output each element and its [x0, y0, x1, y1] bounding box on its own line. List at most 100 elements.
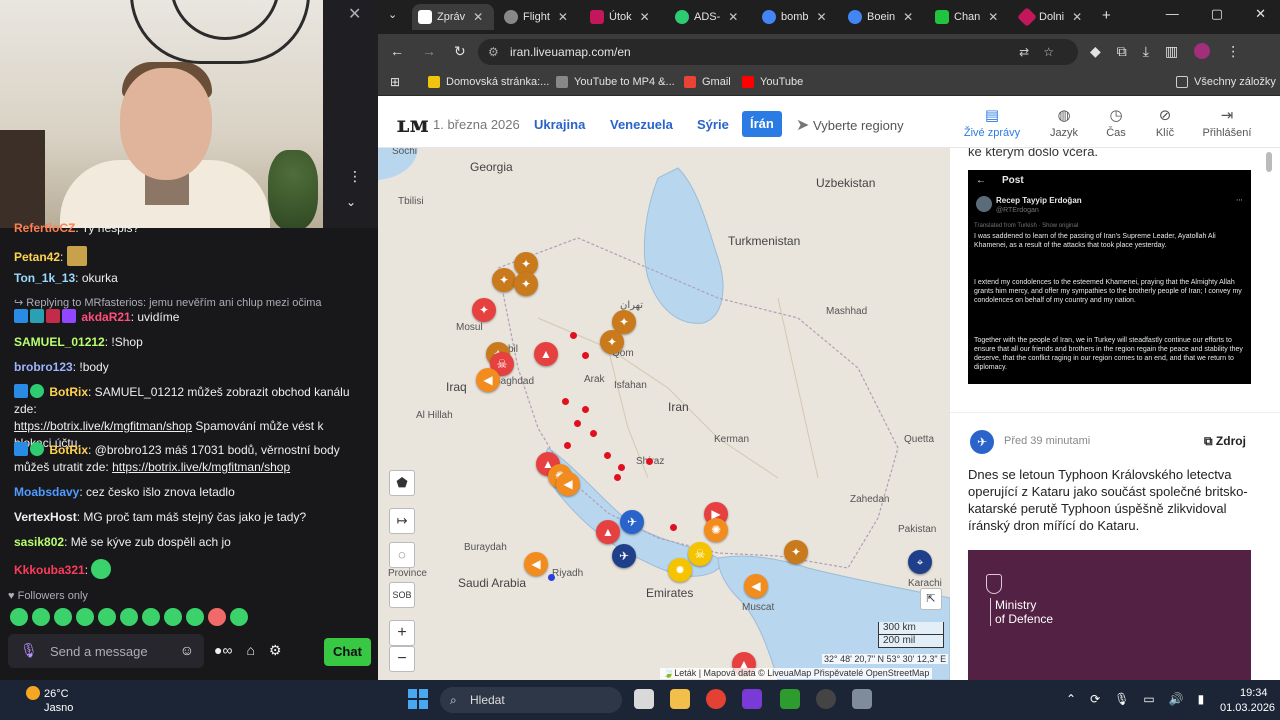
emote-icon[interactable] [76, 608, 94, 626]
new-tab-button[interactable]: + [1102, 7, 1111, 24]
chat-username[interactable]: sasik802 [14, 535, 64, 549]
chat-username[interactable]: RefertloCZ [14, 221, 75, 235]
chat-username[interactable]: brobro123 [14, 360, 73, 374]
network-icon[interactable]: ▭ [1143, 692, 1154, 706]
airstrike-marker[interactable]: ▲ [596, 520, 620, 544]
tab-flight[interactable]: Flight ✕ [504, 4, 568, 30]
airstrike-marker[interactable]: ▲ [534, 342, 558, 366]
death-marker[interactable]: ☠ [688, 542, 712, 566]
announcement-marker[interactable]: ◀ [476, 368, 500, 392]
chat-username[interactable]: Moabsdavy [14, 485, 79, 499]
source-link[interactable]: ⧉ Zdroj [1204, 434, 1246, 449]
event-dot[interactable] [564, 442, 571, 449]
chat-username[interactable]: akdaR21 [81, 310, 130, 324]
chat-username[interactable]: Ton_1k_13 [14, 271, 75, 285]
close-tab-icon[interactable]: ✕ [817, 10, 827, 24]
measure-button[interactable]: ↦ [389, 508, 415, 534]
tab-channel[interactable]: Chan ✕ [935, 4, 998, 30]
bookmark-item[interactable]: Gmail [684, 76, 731, 88]
back-icon[interactable]: ← [390, 43, 404, 60]
more-options-icon[interactable]: ⋮ [1226, 43, 1240, 60]
settings-icon[interactable] [852, 689, 872, 709]
missile-marker[interactable]: ✦ [514, 272, 538, 296]
aircraft-marker[interactable]: ✈ [620, 510, 644, 534]
event-dot[interactable] [574, 420, 581, 427]
tab-language[interactable]: ◍ Jazyk [1034, 106, 1094, 139]
microphone-icon[interactable]: 🎙 [20, 642, 38, 659]
gear-icon[interactable]: ⚙ [269, 642, 282, 659]
tab-liveuamap[interactable]: Zpráv ✕ [412, 4, 494, 30]
expand-map-button[interactable]: ⇱ [920, 588, 942, 610]
close-tab-icon[interactable]: ✕ [473, 10, 483, 24]
task-view-icon[interactable] [634, 689, 654, 709]
region-link-syria[interactable]: Sýrie [697, 117, 729, 132]
maximize-button[interactable]: ▢ [1211, 6, 1223, 22]
chat-username[interactable]: BotRix [49, 385, 88, 399]
weather-icon[interactable] [26, 686, 40, 700]
close-tab-icon[interactable]: ✕ [728, 10, 738, 24]
shop-link[interactable]: https://botrix.live/k/mgfitman/shop [112, 460, 290, 474]
aircraft-marker[interactable]: ✈ [612, 544, 636, 568]
volume-icon[interactable]: 🔊 [1169, 692, 1184, 706]
announcement-marker[interactable]: ◀ [556, 472, 580, 496]
emote-icon[interactable] [32, 608, 50, 626]
emote-icon[interactable] [230, 608, 248, 626]
missile-marker[interactable]: ✦ [600, 330, 624, 354]
missile-marker[interactable]: ✦ [472, 298, 496, 322]
xbox-icon[interactable] [780, 689, 800, 709]
chat-username[interactable]: VertexHost [14, 510, 77, 524]
announcement-marker[interactable]: ◀ [744, 574, 768, 598]
close-tab-icon[interactable]: ✕ [903, 10, 913, 24]
tab-ads[interactable]: ADS- ✕ [675, 4, 738, 30]
close-tab-icon[interactable]: ✕ [1072, 10, 1082, 24]
post-time[interactable]: Před 39 minutami [1004, 435, 1090, 447]
all-bookmarks[interactable]: Všechny záložky [1176, 76, 1276, 88]
chat-username[interactable]: Kkkouba321 [14, 563, 85, 577]
download-icon[interactable]: ⤓ [1143, 43, 1149, 60]
emote-icon[interactable] [208, 608, 226, 626]
emote-icon[interactable] [54, 608, 72, 626]
sidepanel-icon[interactable]: ▥ [1165, 43, 1178, 60]
hide-layer-button[interactable]: ◌ [389, 542, 415, 568]
more-options-icon[interactable]: ⋮ [348, 168, 362, 185]
chat-username[interactable]: SAMUEL_01212 [14, 335, 105, 349]
event-dot[interactable] [548, 574, 555, 581]
ministry-of-defence-image[interactable]: Ministry of Defence [968, 550, 1251, 680]
map[interactable]: Sochi Georgia Tbilisi Turkmenistan Uzbek… [378, 148, 950, 680]
tab-utok[interactable]: Útok ✕ [590, 4, 650, 30]
chrome-icon[interactable] [706, 689, 726, 709]
minimize-button[interactable]: — [1166, 6, 1179, 22]
bits-icon[interactable]: ●∞ [214, 642, 232, 659]
puzzle-icon[interactable]: ⧉ [1117, 43, 1127, 60]
clock-date[interactable]: 01.03.2026 [1220, 702, 1275, 714]
file-explorer-icon[interactable] [670, 689, 690, 709]
zoom-in-button[interactable]: + [389, 620, 415, 646]
sync-icon[interactable]: ⟳ [1090, 692, 1100, 706]
event-dot[interactable] [590, 430, 597, 437]
obs-icon[interactable] [742, 689, 762, 709]
map-attribution[interactable]: 🍃Leták | Mapová data © LiveuaMap Přispěv… [660, 668, 933, 679]
close-icon[interactable]: ✕ [348, 4, 361, 24]
apps-icon[interactable]: ⊞ [390, 75, 400, 89]
battery-icon[interactable]: ▮ [1198, 692, 1205, 706]
emote-icon[interactable] [120, 608, 138, 626]
close-window-button[interactable]: ✕ [1255, 6, 1266, 22]
chat-username[interactable]: Petan42 [14, 250, 60, 264]
tab-live-news[interactable]: ▤ Živé zprávy [962, 106, 1022, 139]
bookmark-item[interactable]: Domovská stránka:... [428, 76, 549, 88]
tab-bomb[interactable]: bomb ✕ [762, 4, 827, 30]
event-dot[interactable] [582, 352, 589, 359]
event-dot[interactable] [562, 398, 569, 405]
current-date[interactable]: 1. března 2026 [433, 117, 520, 132]
emote-icon[interactable] [10, 608, 28, 626]
close-tab-icon[interactable]: ✕ [640, 10, 650, 24]
emote-icon[interactable] [142, 608, 160, 626]
reload-icon[interactable]: ↻ [454, 43, 466, 60]
announcement-marker[interactable]: ◀ [524, 552, 548, 576]
weather-condition[interactable]: Jasno [44, 702, 73, 714]
emote-icon[interactable] [186, 608, 204, 626]
app-icon[interactable] [816, 689, 836, 709]
weather-temp[interactable]: 26°C [44, 688, 69, 700]
feed-scrollbar[interactable] [1266, 152, 1272, 172]
region-link-ukraine[interactable]: Ukrajina [534, 117, 585, 132]
